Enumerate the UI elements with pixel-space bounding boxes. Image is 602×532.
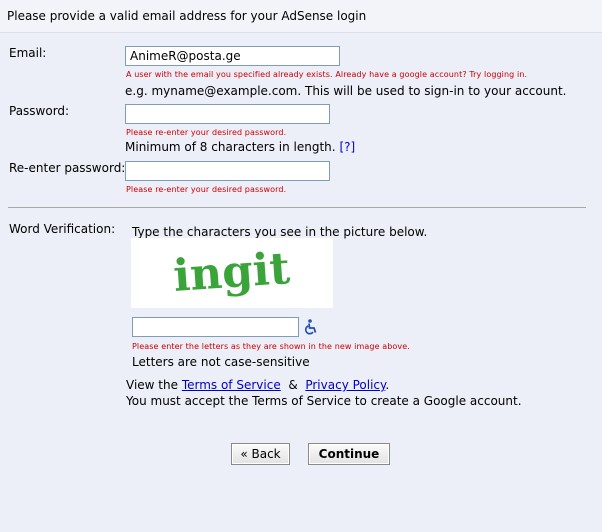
back-button[interactable]: « Back <box>231 443 290 465</box>
email-label: Email: <box>9 46 47 60</box>
email-error: A user with the email you specified alre… <box>126 70 528 79</box>
terms-period: . <box>385 378 390 392</box>
reenter-password-error: Please re-enter your desired password. <box>126 185 287 194</box>
password-help-link[interactable]: [?] <box>339 140 355 154</box>
wheelchair-icon[interactable] <box>304 319 318 335</box>
captcha-input[interactable] <box>132 317 299 337</box>
terms-prefix: View the <box>126 378 178 392</box>
password-hint-text: Minimum of 8 characters in length. <box>125 140 336 154</box>
page-instruction: Please provide a valid email address for… <box>7 9 367 23</box>
password-hint: Minimum of 8 characters in length. [?] <box>125 140 355 154</box>
privacy-policy-link[interactable]: Privacy Policy <box>305 378 385 392</box>
terms-line: View the Terms of Service & Privacy Poli… <box>126 378 389 392</box>
password-label: Password: <box>9 104 70 118</box>
terms-of-service-link[interactable]: Terms of Service <box>182 378 281 392</box>
password-error: Please re-enter your desired password. <box>126 128 287 137</box>
captcha-image: ingit <box>131 238 333 308</box>
email-hint: e.g. myname@example.com. This will be us… <box>125 84 567 98</box>
email-field[interactable] <box>125 46 340 66</box>
terms-ampersand: & <box>288 378 298 392</box>
captcha-text: ingit <box>172 243 292 302</box>
reenter-password-field[interactable] <box>125 161 330 181</box>
verification-instruction: Type the characters you see in the pictu… <box>132 225 428 239</box>
case-sensitivity-note: Letters are not case-sensitive <box>132 355 310 369</box>
reenter-password-label: Re-enter password: <box>9 161 126 175</box>
word-verification-label: Word Verification: <box>9 222 116 236</box>
header-bar: Please provide a valid email address for… <box>0 0 602 33</box>
terms-notice: You must accept the Terms of Service to … <box>126 394 522 408</box>
password-field[interactable] <box>125 104 330 124</box>
section-divider <box>8 207 586 208</box>
captcha-error: Please enter the letters as they are sho… <box>132 342 410 351</box>
continue-button[interactable]: Continue <box>308 443 390 465</box>
